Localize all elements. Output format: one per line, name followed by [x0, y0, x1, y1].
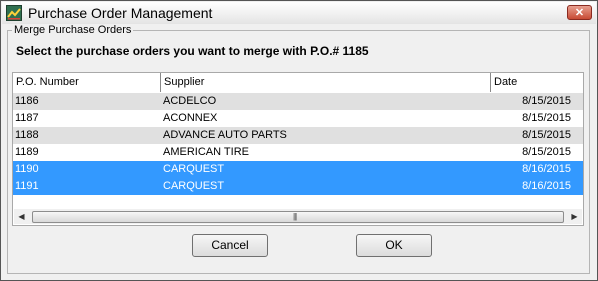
- title-bar[interactable]: Purchase Order Management ✕: [2, 2, 596, 24]
- po-number-cell: 1186: [15, 95, 39, 107]
- supplier-cell: ADVANCE AUTO PARTS: [163, 129, 287, 141]
- date-cell: 8/15/2015: [522, 146, 571, 158]
- table-row[interactable]: 1186 ACDELCO 8/15/2015: [13, 93, 583, 110]
- column-header-date[interactable]: Date: [491, 73, 583, 92]
- supplier-cell: ACDELCO: [163, 95, 217, 107]
- table-row[interactable]: 1190 CARQUEST 8/16/2015: [13, 161, 583, 178]
- date-cell: 8/16/2015: [522, 163, 571, 175]
- date-cell: 8/15/2015: [522, 129, 571, 141]
- po-number-cell: 1190: [15, 163, 39, 175]
- column-header-supplier[interactable]: Supplier: [161, 73, 491, 92]
- cancel-button[interactable]: Cancel: [192, 234, 268, 257]
- po-number-cell: 1187: [15, 112, 39, 124]
- supplier-cell: AMERICAN TIRE: [163, 146, 249, 158]
- instructions-text: Select the purchase orders you want to m…: [16, 44, 369, 58]
- group-legend: Merge Purchase Orders: [12, 24, 134, 37]
- close-icon: ✕: [574, 7, 585, 19]
- po-number-cell: 1189: [15, 146, 39, 158]
- scroll-right-icon[interactable]: ▶: [567, 209, 582, 224]
- horizontal-scrollbar[interactable]: ◀ ||| ▶: [14, 209, 582, 224]
- table-row[interactable]: 1188 ADVANCE AUTO PARTS 8/15/2015: [13, 127, 583, 144]
- ok-button[interactable]: OK: [356, 234, 432, 257]
- table-row[interactable]: 1191 CARQUEST 8/16/2015: [13, 178, 583, 195]
- scrollbar-thumb[interactable]: |||: [32, 211, 564, 223]
- window-title: Purchase Order Management: [28, 5, 213, 21]
- purchase-order-window: Purchase Order Management ✕ Merge Purcha…: [0, 0, 598, 281]
- scroll-left-icon[interactable]: ◀: [14, 209, 29, 224]
- column-header-po-number[interactable]: P.O. Number: [13, 73, 161, 92]
- close-button[interactable]: ✕: [567, 5, 592, 20]
- supplier-cell: CARQUEST: [163, 163, 225, 175]
- po-number-cell: 1191: [15, 180, 39, 192]
- table-row[interactable]: 1187 ACONNEX 8/15/2015: [13, 110, 583, 127]
- date-cell: 8/15/2015: [522, 95, 571, 107]
- po-number-cell: 1188: [15, 129, 39, 141]
- supplier-cell: CARQUEST: [163, 180, 225, 192]
- app-icon: [6, 5, 22, 21]
- grip-icon: |||: [293, 212, 297, 221]
- date-cell: 8/15/2015: [522, 112, 571, 124]
- list-header: P.O. Number Supplier Date: [13, 73, 583, 92]
- date-cell: 8/16/2015: [522, 180, 571, 192]
- purchase-order-list[interactable]: P.O. Number Supplier Date 1186 ACDELCO 8…: [12, 72, 584, 226]
- supplier-cell: ACONNEX: [163, 112, 218, 124]
- table-row[interactable]: 1189 AMERICAN TIRE 8/15/2015: [13, 144, 583, 161]
